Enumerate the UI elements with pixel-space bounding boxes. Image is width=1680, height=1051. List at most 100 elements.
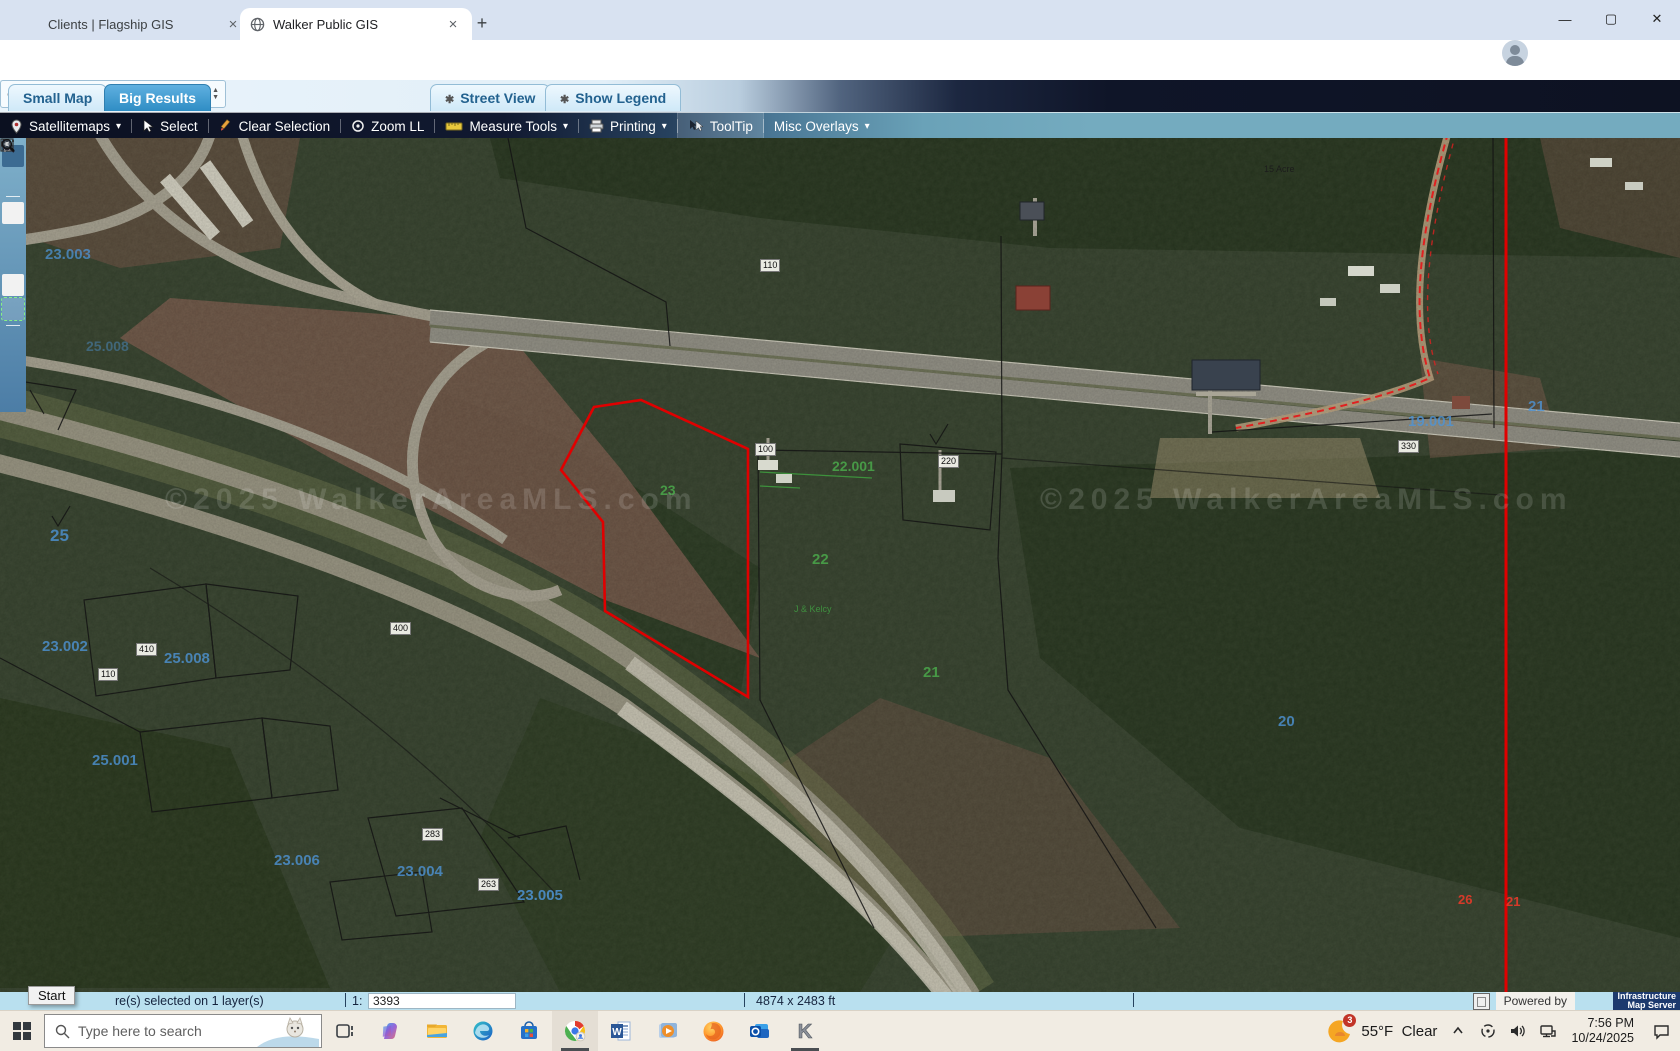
target-icon [351,119,365,133]
map-viewport[interactable]: 23.00325.0082523.00225.00825.00123.00623… [0,138,1680,992]
status-divider [1133,993,1134,1007]
file-explorer-icon[interactable] [414,1011,460,1051]
menu-item-label: Satellitemaps [29,119,110,134]
menu-item-zoom-ll[interactable]: Zoom LL [341,113,434,139]
zoom-out-tool-icon[interactable] [2,250,24,272]
selection-status-text: re(s) selected on 1 layer(s) [115,994,264,1008]
taskbar-clock[interactable]: 7:56 PM 10/24/2025 [1563,1016,1642,1046]
volume-icon[interactable] [1503,1011,1533,1051]
status-divider [345,993,346,1007]
status-divider [744,993,745,1007]
k-app-icon[interactable]: K [782,1011,828,1051]
menu-item-select[interactable]: Select [132,113,208,139]
tray-date: 10/24/2025 [1571,1031,1634,1046]
menu-item-satellitemaps[interactable]: Satellitemaps ▾ [0,113,131,139]
pencil-icon [219,119,233,133]
start-button[interactable] [0,1011,44,1051]
menu-item-label: Clear Selection [239,119,331,134]
gis-status-bar: Start re(s) selected on 1 layer(s) 1: 48… [0,992,1680,1010]
tab-title: Clients | Flagship GIS [48,17,173,32]
menu-item-label: Printing [610,119,656,134]
show-legend-label: Show Legend [575,90,666,106]
big-results-button[interactable]: Big Results [104,84,211,111]
menu-item-printing[interactable]: Printing ▾ [579,113,677,139]
menu-item-label: Zoom LL [371,119,424,134]
system-tray: 3 55°F Clear 7:56 PM 10/24/2025 [1321,1011,1680,1051]
tab-walker-public-gis[interactable]: Walker Public GIS × [240,8,472,40]
map-tool-strip [0,138,26,412]
globe-icon [250,17,265,32]
gear-icon: ✱ [560,94,569,106]
next-extent-tool-icon[interactable] [2,355,24,377]
menu-item-misc-overlays[interactable]: Misc Overlays ▾ [764,113,880,139]
chevron-down-icon: ▾ [116,121,121,132]
network-icon[interactable] [1533,1011,1563,1051]
meet-now-icon[interactable] [1473,1011,1503,1051]
close-tab-icon[interactable]: × [444,16,462,33]
ruler-icon [445,120,463,132]
menu-item-label: Measure Tools [469,119,557,134]
pan-hand-tool-icon[interactable] [2,169,24,191]
chevron-down-icon: ▾ [563,121,568,132]
taskbar-search-input[interactable]: Type here to search [44,1014,322,1048]
window-maximize-button[interactable]: ▢ [1588,0,1634,38]
tab-title: Walker Public GIS [273,17,378,32]
outlook-icon[interactable] [736,1011,782,1051]
chevron-down-icon: ▾ [865,121,870,132]
tray-time: 7:56 PM [1571,1016,1634,1031]
menu-item-clear-selection[interactable]: Clear Selection [209,113,341,139]
infrastructure-map-server-logo: Infrastructure Map Server [1613,992,1680,1010]
cursor-icon [142,119,154,133]
search-icon [55,1024,70,1039]
street-view-button[interactable]: ✱Street View [430,84,550,111]
zoom-box-tool-icon[interactable] [2,202,24,224]
svg-text:K: K [798,1021,813,1043]
word-icon[interactable]: W [598,1011,644,1051]
profile-avatar[interactable] [1502,40,1528,66]
movies-tv-icon[interactable] [644,1011,690,1051]
windows-taskbar: Type here to search W [0,1010,1680,1051]
map-server-icon [1473,993,1490,1010]
previous-extent-tool-icon[interactable] [2,331,24,353]
copilot-icon[interactable] [368,1011,414,1051]
scale-prefix: 1: [352,994,362,1008]
window-minimize-button[interactable]: — [1542,0,1588,38]
menu-item-label: Select [160,119,198,134]
weather-widget[interactable]: 3 55°F Clear [1321,1018,1443,1044]
menu-item-tooltip[interactable]: ToolTip [678,113,763,139]
task-view-button[interactable] [322,1011,368,1051]
microsoft-store-icon[interactable] [506,1011,552,1051]
windows-logo-icon [13,1022,31,1040]
chevron-down-icon: ▾ [662,121,667,132]
show-legend-button[interactable]: ✱ Show Legend [545,84,681,111]
weather-text: 55°F Clear [1361,1023,1437,1040]
scale-input[interactable] [368,993,516,1009]
menu-item-label: ToolTip [710,119,753,134]
chrome-icon[interactable] [552,1011,598,1051]
gear-icon: ✱ [445,94,454,106]
select-updown-icon: ▲▼ [212,87,219,101]
zoom-selection-tool-icon[interactable] [2,298,24,320]
gis-header-bar: Small Map Big Results County Overlays ▲▼… [0,80,1680,112]
search-highlight-image[interactable] [257,1017,319,1047]
start-button-tooltip: Start [28,986,75,1005]
map-pin-icon [10,119,23,134]
tool-divider [6,196,20,197]
tab-clients-flagship[interactable]: Clients | Flagship GIS × [20,8,252,40]
window-close-button[interactable]: ✕ [1634,0,1680,38]
svg-text:W: W [612,1027,622,1038]
small-map-button[interactable]: Small Map [8,84,107,111]
menu-item-label: Misc Overlays [774,119,859,134]
extent-text: 4874 x 2483 ft [756,994,835,1008]
notification-badge: 3 [1343,1014,1356,1027]
firefox-icon[interactable] [690,1011,736,1051]
full-extent-tool-icon[interactable] [2,274,24,296]
edge-icon[interactable] [460,1011,506,1051]
browser-toolbar: ← → ⟳ alabamagis.com/Walker/frameset.cfm… [0,40,1680,80]
menu-item-measure-tools[interactable]: Measure Tools ▾ [435,113,578,139]
zoom-in-tool-icon[interactable] [2,226,24,248]
action-center-icon[interactable] [1642,1011,1680,1051]
tray-expand-chevron-icon[interactable] [1443,1011,1473,1051]
powered-by-text: Powered by [1496,992,1575,1010]
new-tab-button[interactable]: + [470,12,494,36]
